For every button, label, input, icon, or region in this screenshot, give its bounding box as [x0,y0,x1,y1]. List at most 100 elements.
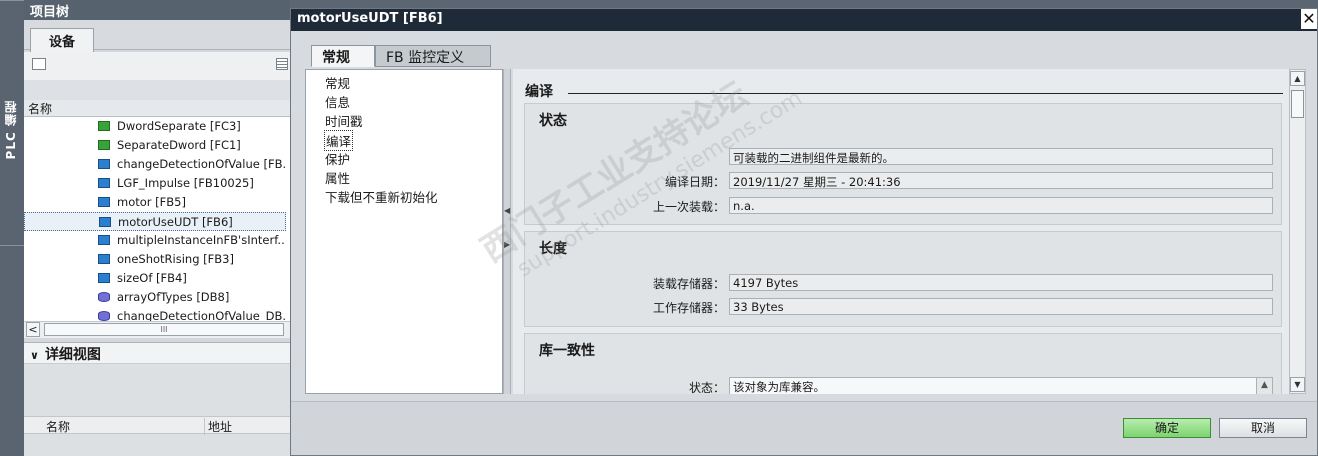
tab-fb-monitor[interactable]: FB 监控定义 [375,45,491,67]
detail-column-name[interactable]: 名称 [46,418,70,435]
panel-splitter[interactable]: ◀ ▶ [503,69,511,394]
tree-item-label: changeDetectionOfValue_DB... [117,309,286,321]
db-block-icon [98,311,110,321]
tia-portal-window: { "sidebar": {"vertical_tab": "PLC 编程"},… [0,0,1318,456]
library-status-value: 该对象为库兼容。 [733,380,825,394]
tree-item[interactable]: arrayOfTypes [DB8] [24,288,286,307]
detail-view-header[interactable]: ∨ 详细视图 [24,342,290,364]
project-tree-list: DwordSeparate [FC3] SeparateDword [FC1] ch… [24,117,290,321]
library-section-title: 库一致性 [539,343,595,359]
compile-date-field: 2019/11/27 星期三 - 20:41:36 [729,172,1273,189]
tree-item[interactable]: SeparateDword [FC1] [24,136,286,155]
status-section-title: 状态 [539,113,567,129]
last-load-field: n.a. [729,197,1273,214]
fc-block-icon [98,140,110,150]
fb-block-icon [99,217,111,227]
nav-item-info[interactable]: 信息 [324,92,351,111]
dialog-title: motorUseUDT [FB6] [297,11,443,26]
scroll-left-button[interactable]: < [26,322,40,337]
tree-item[interactable]: changeDetectionOfValue_DB... [24,307,286,321]
scroll-up-icon[interactable]: ▲ [1290,71,1305,86]
tree-item-label: oneShotRising [FB3] [117,252,234,266]
add-new-icon[interactable] [32,58,46,70]
project-tree-column-name: 名称 [24,100,290,117]
length-section-title: 长度 [539,241,567,257]
dialog-footer: 确定 取消 [291,401,1317,455]
tree-item-label: motor [FB5] [117,195,186,209]
fb-block-icon [98,178,110,188]
dialog-titlebar: motorUseUDT [FB6] ✕ [291,9,1317,31]
length-section: 长度 装载存储器： 4197 Bytes 工作存储器： 33 Bytes [524,231,1282,327]
tree-item[interactable]: oneShotRising [FB3] [24,250,286,269]
tree-item[interactable]: changeDetectionOfValue [FB... [24,155,286,174]
library-section: 库一致性 状态： 该对象为库兼容。 ▲ [524,333,1282,394]
db-block-icon [98,292,110,302]
status-section: 状态 可装载的二进制组件是最新的。 编译日期： 2019/11/27 星期三 -… [524,103,1282,225]
scroll-thumb[interactable]: III [44,323,284,336]
property-content: 编译 状态 可装载的二进制组件是最新的。 编译日期： 2019/11/27 星期… [513,69,1289,394]
fc-block-icon [98,121,110,131]
tree-item-label: arrayOfTypes [DB8] [117,290,230,304]
detail-column-address[interactable]: 地址 [204,418,232,435]
scroll-down-icon[interactable]: ▼ [1290,377,1305,392]
project-tree-title: 项目树 [24,0,290,20]
detail-view-title: 详细视图 [44,347,101,363]
detail-view-body [24,364,290,456]
tree-item-label: SeparateDword [FC1] [117,138,241,152]
fb-block-icon [98,235,110,245]
library-status-label: 状态： [688,381,725,394]
project-tree-spacer [24,80,290,100]
section-heading-compile: 编译 [525,84,553,100]
nav-item-general[interactable]: 常规 [324,73,351,92]
splitter-right-arrow-icon[interactable]: ▶ [504,241,510,249]
splitter-left-arrow-icon[interactable]: ◀ [504,207,510,215]
dialog-tabbar: 常规 FB 监控定义 [291,31,1317,69]
tree-item[interactable]: LGF_Impulse [FB10025] [24,174,286,193]
tree-item-label: sizeOf [FB4] [117,271,187,285]
tree-item-label: LGF_Impulse [FB10025] [117,176,254,190]
tree-item[interactable]: motorUseUDT [FB6] [24,212,286,231]
nav-item-timestamp[interactable]: 时间戳 [324,111,364,130]
fb-block-icon [98,273,110,283]
library-status-field[interactable]: 该对象为库兼容。 ▲ [729,377,1273,394]
tree-item-label: DwordSeparate [FC3] [117,119,241,133]
ok-button[interactable]: 确定 [1123,418,1211,438]
status-message-field: 可装载的二进制组件是最新的。 [729,148,1273,165]
heading-rule [568,93,1283,94]
tree-item[interactable]: DwordSeparate [FC3] [24,117,286,136]
properties-dialog: motorUseUDT [FB6] ✕ 常规 FB 监控定义 常规 信息 时间戳… [290,8,1318,456]
load-memory-label: 装载存储器： [652,277,725,291]
tree-item[interactable]: multipleInstanceInFB'sInterf... [24,231,286,250]
plc-programming-tab[interactable]: PLC 编程 [2,100,22,159]
content-vertical-scrollbar[interactable]: ▲ ▼ [1289,69,1306,394]
work-memory-field: 33 Bytes [729,298,1273,315]
tab-devices[interactable]: 设备 [30,28,94,52]
close-icon[interactable]: ✕ [1301,9,1317,29]
fb-block-icon [98,197,110,207]
compile-date-label: 编译日期： [664,175,725,189]
view-list-icon[interactable] [276,58,288,70]
vertical-task-strip: PLC 编程 [0,0,24,456]
fb-block-icon [98,254,110,264]
nav-item-download-no-reinit[interactable]: 下载但不重新初始化 [324,187,439,206]
collapse-chevron-icon[interactable]: ∨ [30,349,39,362]
tree-item[interactable]: motor [FB5] [24,193,286,212]
property-nav-list: 常规 信息 时间戳 编译 保护 属性 下载但不重新初始化 [305,69,503,394]
fb-block-icon [98,159,110,169]
field-scroll-up-icon[interactable]: ▲ [1256,378,1272,394]
load-memory-field: 4197 Bytes [729,274,1273,291]
tree-item-label: multipleInstanceInFB'sInterf... [117,233,286,247]
project-tree-horizontal-scrollbar[interactable]: < III [24,321,290,338]
tree-item[interactable]: sizeOf [FB4] [24,269,286,288]
detail-view-columns: 名称 地址 [24,416,290,435]
tree-item-label: motorUseUDT [FB6] [118,215,233,229]
scroll-thumb-vertical[interactable] [1291,90,1304,118]
cancel-button[interactable]: 取消 [1219,418,1307,438]
tab-general[interactable]: 常规 [311,45,375,67]
project-tree-toolbar [24,52,290,80]
background-window-titlebar [290,0,1318,8]
nav-item-attributes[interactable]: 属性 [324,168,351,187]
nav-item-compile[interactable]: 编译 [324,130,354,151]
work-memory-label: 工作存储器： [652,301,725,315]
nav-item-protection[interactable]: 保护 [324,149,351,168]
